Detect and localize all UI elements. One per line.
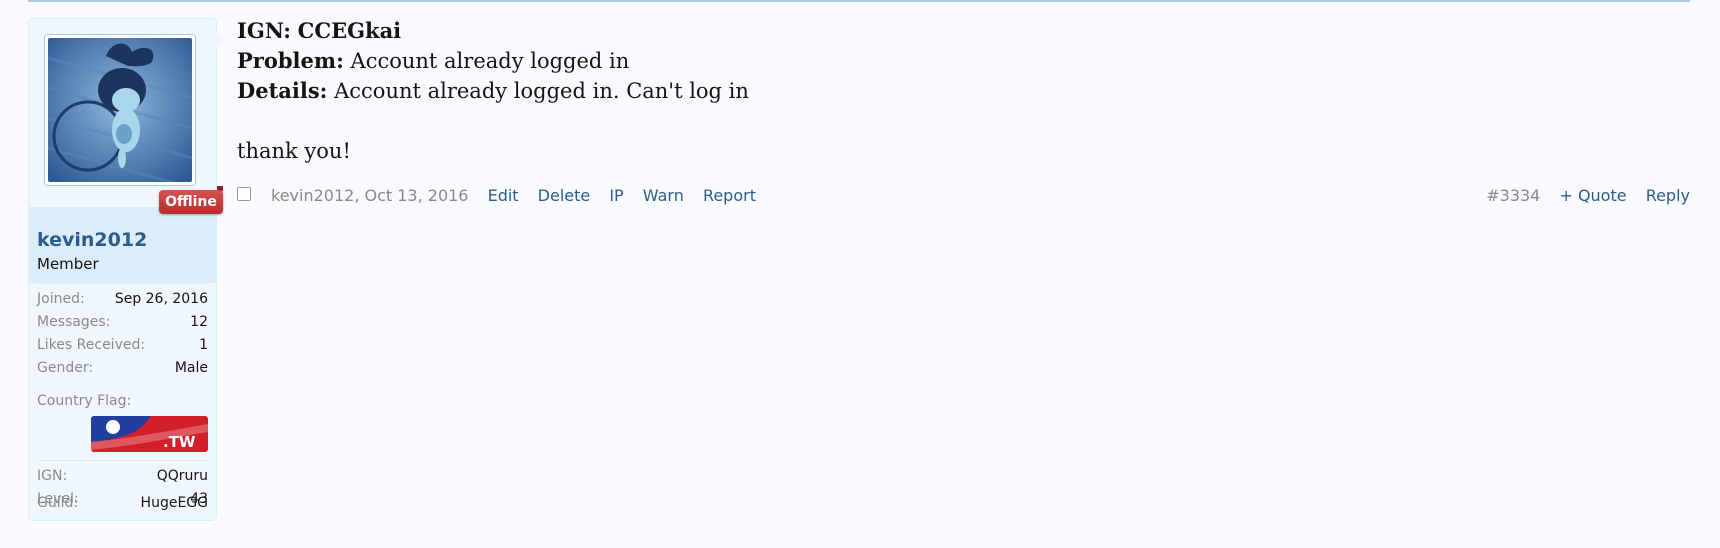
details-line: Details: Account already logged in. Can'… <box>237 76 749 106</box>
problem-label: Problem: <box>237 48 344 73</box>
delete-link[interactable]: Delete <box>538 186 591 205</box>
custom-guild: Guild: HugeEGG <box>37 495 208 515</box>
stat-value: 1 <box>199 337 208 353</box>
ign-label: IGN: <box>237 18 291 43</box>
closing-line: thank you! <box>237 139 351 163</box>
post-author[interactable]: kevin2012, Oct 13, 2016 <box>271 186 468 205</box>
stat-value: Sep 26, 2016 <box>114 291 208 307</box>
status-badge: Offline <box>159 190 223 214</box>
post-number-link[interactable]: #3334 <box>1486 186 1540 205</box>
stat-joined: Joined: Sep 26, 2016 <box>37 291 208 311</box>
custom-value: HugeEGG <box>140 495 208 511</box>
stat-likes: Likes Received: 1 <box>37 337 208 357</box>
reply-button[interactable]: Reply <box>1646 186 1690 205</box>
stat-value: Male <box>174 360 208 376</box>
report-link[interactable]: Report <box>703 186 756 205</box>
select-post-checkbox[interactable] <box>237 187 251 201</box>
custom-label: Guild: <box>37 495 79 511</box>
author-name[interactable]: kevin2012 <box>271 186 354 205</box>
stat-label: Joined: <box>37 291 85 307</box>
avatar[interactable] <box>44 34 196 186</box>
details-value: Account already logged in. Can't log in <box>334 79 749 103</box>
stat-label: Gender: <box>37 360 94 376</box>
message-content: IGN: CCEGkai Problem: Account already lo… <box>237 16 749 166</box>
details-label: Details: <box>237 78 328 103</box>
divider <box>37 460 208 461</box>
stat-gender: Gender: Male <box>37 360 208 380</box>
meta-right: #3334 + Quote Reply <box>1486 184 1690 208</box>
quote-button[interactable]: + Quote <box>1559 186 1626 205</box>
top-divider <box>28 0 1690 2</box>
message-user-info: Offline kevin2012 Member Joined: Sep 26,… <box>28 18 223 521</box>
user-title: Member <box>37 255 99 273</box>
flag-text: .TW <box>163 433 196 451</box>
ign-line: IGN: CCEGkai <box>237 16 749 46</box>
edit-link[interactable]: Edit <box>488 186 519 205</box>
stat-label: Messages: <box>37 314 111 330</box>
stat-label: Likes Received: <box>37 337 146 353</box>
country-flag-label: Country Flag: <box>37 393 132 409</box>
problem-value: Account already logged in <box>350 49 630 73</box>
post-date[interactable]: Oct 13, 2016 <box>364 186 468 205</box>
custom-ign: IGN: QQruru <box>37 468 208 488</box>
username-link[interactable]: kevin2012 <box>37 229 147 251</box>
warn-link[interactable]: Warn <box>643 186 684 205</box>
sidebar-pointer <box>216 30 226 50</box>
stat-messages: Messages: 12 <box>37 314 208 334</box>
ip-link[interactable]: IP <box>609 186 623 205</box>
custom-value: QQruru <box>156 468 208 484</box>
problem-line: Problem: Account already logged in <box>237 46 749 76</box>
message-meta: kevin2012, Oct 13, 2016 Edit Delete IP W… <box>237 184 1690 208</box>
divider <box>37 283 208 284</box>
avatar-image <box>48 38 192 182</box>
country-flag-icon: .TW <box>91 416 208 452</box>
ign-value: CCEGkai <box>297 18 402 43</box>
custom-label: IGN: <box>37 468 68 484</box>
stat-value[interactable]: 12 <box>190 314 208 334</box>
meta-left: kevin2012, Oct 13, 2016 Edit Delete IP W… <box>271 184 756 208</box>
